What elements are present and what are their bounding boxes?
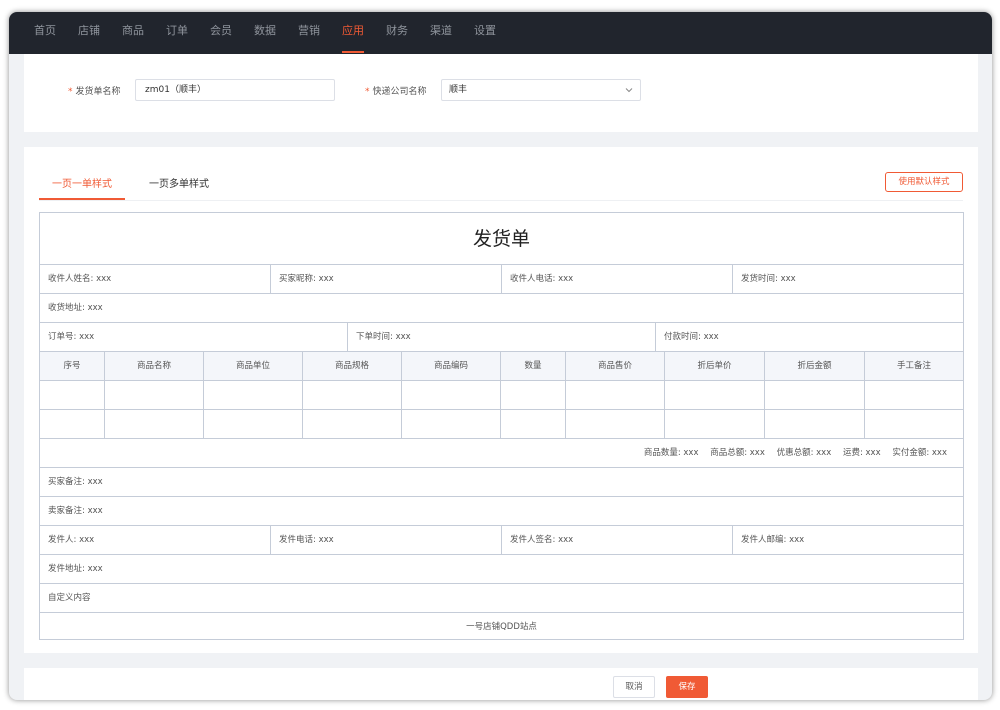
col-spec: 商品规格 [334,361,369,371]
sender-address-row: 发件地址: xxx [40,555,963,584]
col-product-name: 商品名称 [136,361,171,371]
col-quantity: 数量 [524,361,542,371]
app-window: 首页 店铺 商品 订单 会员 数据 营销 应用 财务 渠道 设置 * 发货单名称 … [9,12,992,700]
seller-note: 卖家备注: xxx [48,506,103,516]
nav-item-members[interactable]: 会员 [199,12,243,54]
order-number: 订单号: xxx [48,332,95,342]
template-card: 一页一单样式 一页多单样式 使用默认样式 发货单 收件人姓名: xxx 买家昵称… [24,147,978,653]
nav-item-marketing[interactable]: 营销 [287,12,331,54]
custom-content-row: 自定义内容 [40,584,963,613]
nav-item-home[interactable]: 首页 [23,12,67,54]
paid-amount: 实付金额: xxx [892,448,947,458]
sender-phone: 发件电话: xxx [279,535,334,545]
nav-item-channels[interactable]: 渠道 [419,12,463,54]
receiver-address-row: 收货地址: xxx [40,294,963,323]
custom-content: 自定义内容 [48,593,91,603]
top-navigation: 首页 店铺 商品 订单 会员 数据 营销 应用 财务 渠道 设置 [9,12,992,54]
invoice-preview: 发货单 收件人姓名: xxx 买家昵称: xxx 收件人电话: xxx 发货时间… [39,212,964,640]
shipping-fee: 运费: xxx [842,448,881,458]
tab-single-per-page[interactable]: 一页一单样式 [52,175,112,190]
sender-address: 发件地址: xxx [48,564,103,574]
col-price: 商品售价 [597,361,632,371]
required-mark: * [68,87,73,97]
basic-info-card: * 发货单名称 zm01（顺丰） * 快递公司名称 顺丰 [24,54,978,132]
order-time: 下单时间: xxx [356,332,411,342]
action-bar: 取消 保存 [24,668,978,700]
required-mark: * [365,87,370,97]
cancel-button[interactable]: 取消 [613,676,655,698]
use-default-style-button[interactable]: 使用默认样式 [885,172,963,192]
total-amount: 商品总额: xxx [710,448,765,458]
save-button[interactable]: 保存 [666,676,708,698]
total-discount: 优惠总额: xxx [776,448,832,458]
ship-time: 发货时间: xxx [741,274,796,284]
receiver-phone: 收件人电话: xxx [510,274,574,284]
invoice-title: 发货单 [40,213,963,265]
nav-item-finance[interactable]: 财务 [375,12,419,54]
courier-select-value: 顺丰 [449,85,468,95]
sender-signature: 发件人签名: xxx [510,535,574,545]
invoice-name-input[interactable]: zm01（顺丰） [135,79,335,101]
nav-item-settings[interactable]: 设置 [463,12,507,54]
nav-item-apps[interactable]: 应用 [331,12,375,54]
col-discount-amount: 折后金额 [797,361,832,371]
store-site-name: 一号店铺QDD站点 [466,622,537,632]
order-row: 订单号: xxx 下单时间: xxx 付款时间: xxx [40,323,963,352]
col-manual-note: 手工备注 [896,361,931,371]
sender-row: 发件人: xxx 发件电话: xxx 发件人签名: xxx 发件人邮编: xxx [40,526,963,555]
tab-divider [39,200,963,201]
col-unit: 商品单位 [235,361,270,371]
receiver-name: 收件人姓名: xxx [48,274,112,284]
totals-summary: 商品数量: xxx 商品总额: xxx 优惠总额: xxx 运费: xxx 实付… [635,439,947,467]
nav-item-store[interactable]: 店铺 [67,12,111,54]
col-code: 商品编码 [433,361,468,371]
receiver-row: 收件人姓名: xxx 买家昵称: xxx 收件人电话: xxx 发货时间: xx… [40,265,963,294]
totals-row: 商品数量: xxx 商品总额: xxx 优惠总额: xxx 运费: xxx 实付… [40,439,963,468]
col-discount-price: 折后单价 [697,361,732,371]
receiver-address: 收货地址: xxx [48,303,103,313]
sender-postcode: 发件人邮编: xxx [741,535,805,545]
buyer-note-row: 买家备注: xxx [40,468,963,497]
chevron-down-icon [625,88,633,93]
nav-item-orders[interactable]: 订单 [155,12,199,54]
courier-select[interactable]: 顺丰 [441,79,641,101]
sender-name: 发件人: xxx [48,535,95,545]
buyer-nickname: 买家昵称: xxx [279,274,334,284]
buyer-note: 买家备注: xxx [48,477,103,487]
table-row [40,410,963,439]
tab-multi-per-page[interactable]: 一页多单样式 [149,175,209,190]
seller-note-row: 卖家备注: xxx [40,497,963,526]
invoice-name-label: * 发货单名称 [68,87,121,97]
table-row [40,381,963,410]
total-quantity: 商品数量: xxx [643,448,699,458]
nav-item-data[interactable]: 数据 [243,12,287,54]
payment-time: 付款时间: xxx [664,332,719,342]
footer-row: 一号店铺QDD站点 [40,613,963,642]
col-index: 序号 [63,361,81,371]
goods-table-header: 序号 商品名称 商品单位 商品规格 商品编码 数量 商品售价 折后单价 折后金额… [40,352,963,381]
courier-label: * 快递公司名称 [365,87,427,97]
nav-item-products[interactable]: 商品 [111,12,155,54]
